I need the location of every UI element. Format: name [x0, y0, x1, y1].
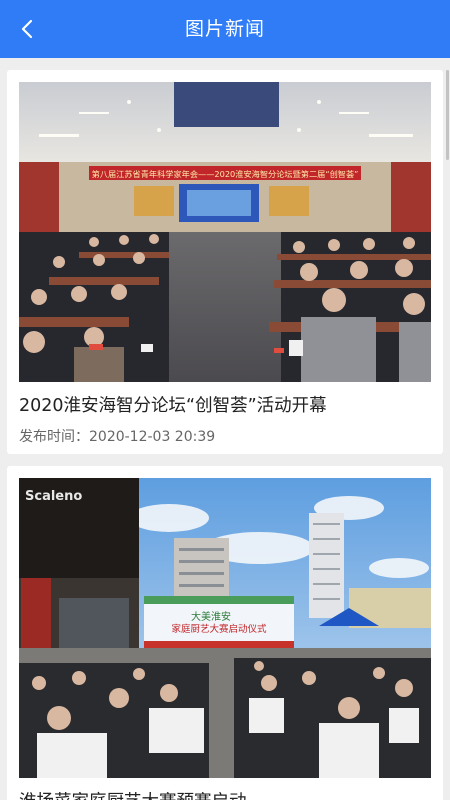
board-text: 家庭厨艺大赛启动仪式 [171, 623, 267, 635]
news-card[interactable]: Scaleno 大美淮安 家庭厨艺大赛启动仪式 [7, 466, 443, 800]
board-small-text: 大美淮安 [191, 610, 231, 623]
news-card[interactable]: 第八届江苏省青年科学家年会——2020淮安海智分论坛暨第二届“创智荟” 2020… [7, 70, 443, 454]
publish-date: 发布时间：2020-12-03 20:39 [19, 426, 215, 446]
news-image: 第八届江苏省青年科学家年会——2020淮安海智分论坛暨第二届“创智荟” [19, 82, 431, 382]
news-title[interactable]: 淮扬菜家庭厨艺大赛预赛启动 [19, 788, 431, 800]
page-title: 图片新闻 [184, 18, 265, 40]
store-sign: Scaleno [25, 489, 82, 504]
banner-text: 第八届江苏省青年科学家年会——2020淮安海智分论坛暨第二届“创智荟” [92, 169, 359, 179]
publish-date-label: 发布时间： [19, 429, 89, 445]
news-title[interactable]: 2020淮安海智分论坛“创智荟”活动开幕 [19, 392, 431, 417]
scrollbar[interactable] [446, 70, 449, 160]
publish-date-value: 2020-12-03 20:39 [89, 429, 216, 445]
news-feed[interactable]: 第八届江苏省青年科学家年会——2020淮安海智分论坛暨第二届“创智荟” 2020… [0, 58, 450, 800]
news-image: Scaleno 大美淮安 家庭厨艺大赛启动仪式 [19, 478, 431, 778]
app-header: 图片新闻 [0, 0, 450, 58]
